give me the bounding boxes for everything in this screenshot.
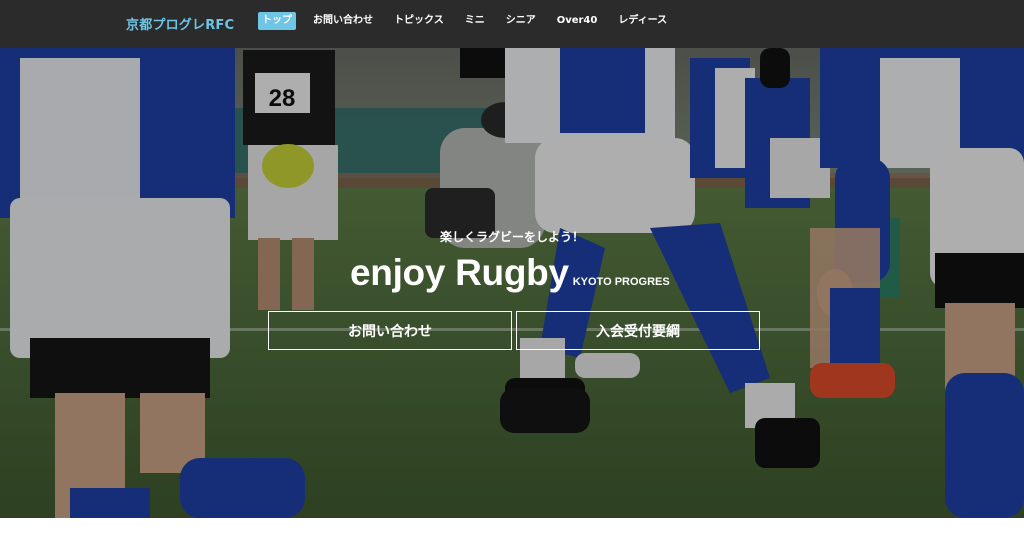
hero-headline-main: enjoy Rugby — [350, 252, 569, 293]
hero-headline: enjoy Rugby KYOTO PROGRES — [350, 252, 670, 294]
site-logo-link[interactable]: 京都プログレRFC — [126, 14, 234, 33]
nav-item-mini[interactable]: ミニ — [465, 12, 485, 30]
join-guidelines-button[interactable]: 入会受付要綱 — [516, 311, 760, 350]
nav-item-ladies[interactable]: レディース — [618, 12, 667, 30]
nav-item-top[interactable]: トップ — [258, 12, 296, 30]
top-navbar: 京都プログレRFC トップ お問い合わせ トピックス ミニ シニア Over40… — [0, 0, 1024, 48]
contact-button[interactable]: お問い合わせ — [268, 311, 512, 350]
nav-item-contact[interactable]: お問い合わせ — [313, 12, 373, 30]
nav-item-topics[interactable]: トピックス — [394, 12, 444, 30]
nav-item-over40[interactable]: Over40 — [557, 12, 598, 30]
nav-item-senior[interactable]: シニア — [506, 12, 536, 30]
hero-section: 28 楽しくラグビーをしよう！ enjoy Rugby KYOTO PROGRE… — [0, 48, 1024, 518]
hero-copy: 楽しくラグビーをしよう！ enjoy Rugby KYOTO PROGRES お… — [0, 48, 1024, 518]
main-nav: トップ お問い合わせ トピックス ミニ シニア Over40 レディース — [258, 12, 688, 30]
hero-headline-sub: KYOTO PROGRES — [572, 276, 670, 288]
hero-tagline: 楽しくラグビーをしよう！ — [439, 230, 584, 244]
